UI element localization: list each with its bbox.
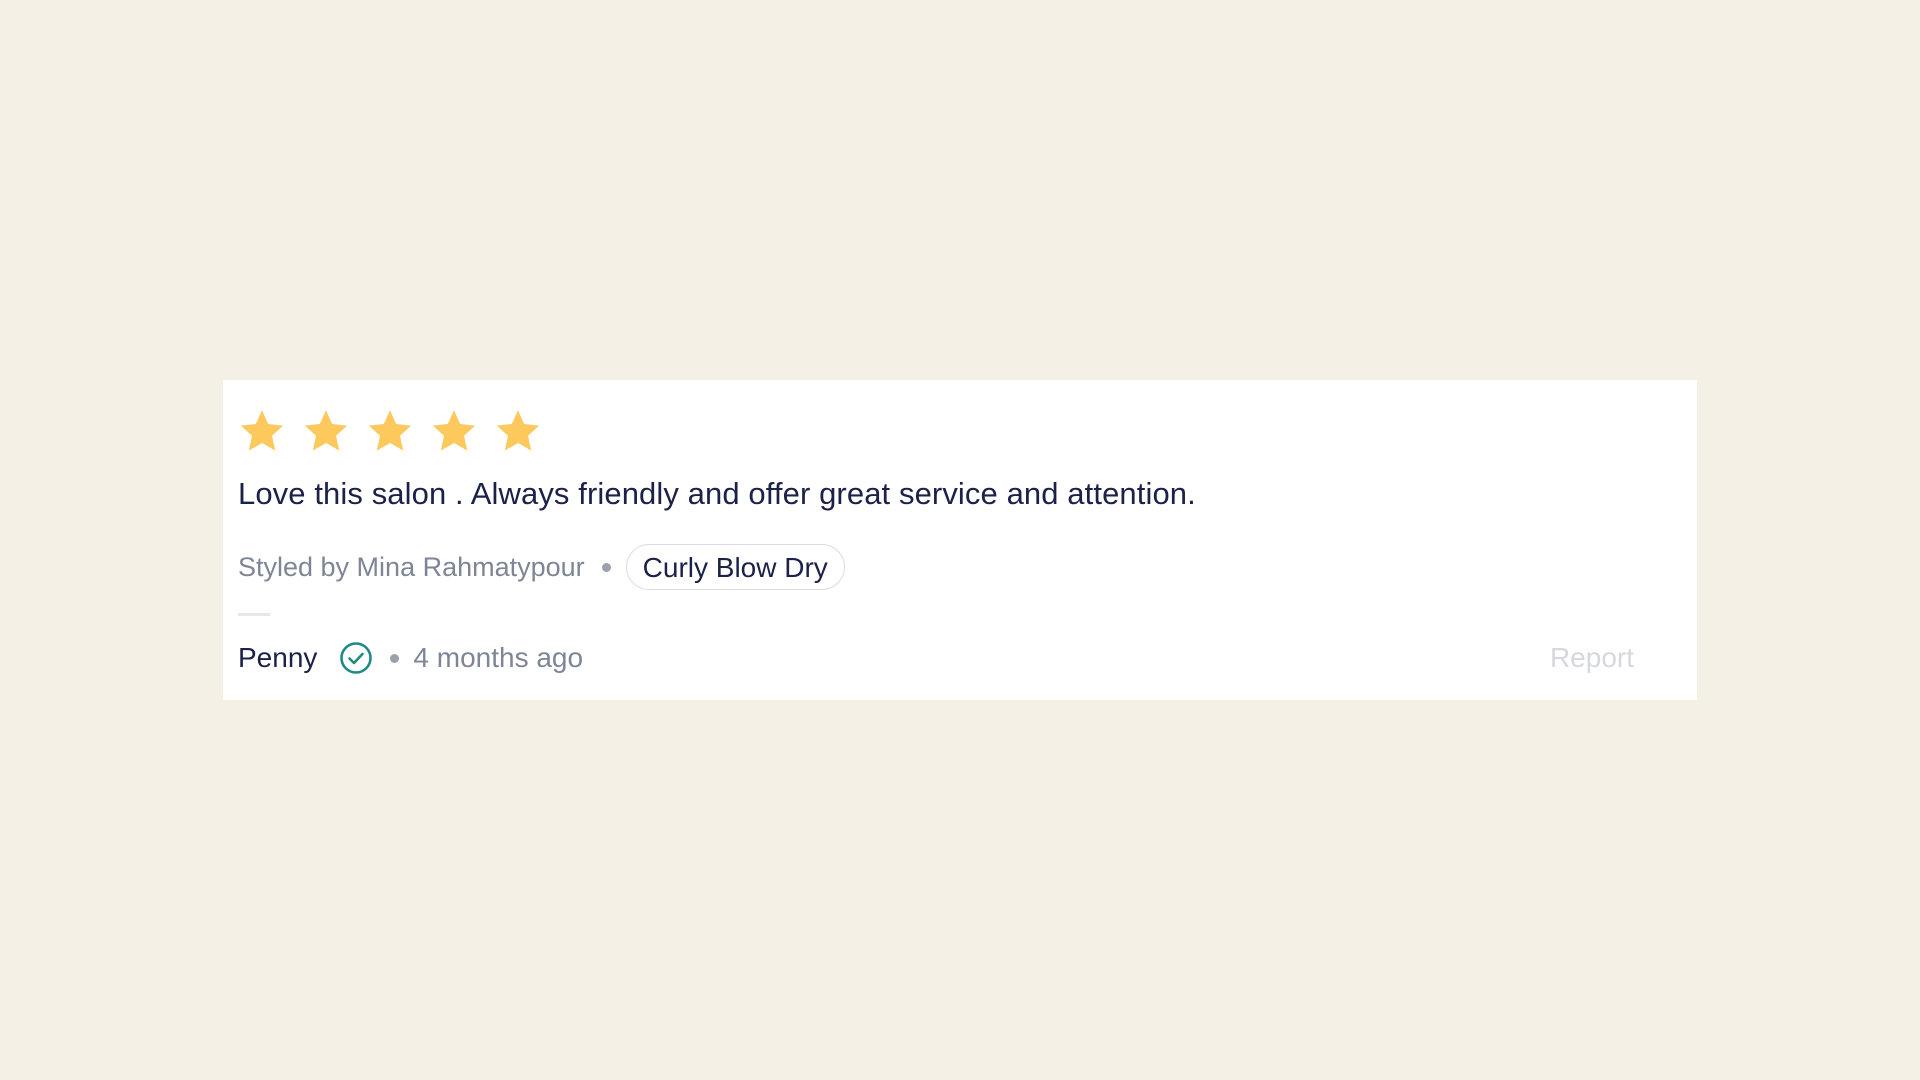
report-link[interactable]: Report xyxy=(1550,634,1634,682)
review-text: Love this salon . Always friendly and of… xyxy=(238,476,1196,511)
star-icon xyxy=(302,407,350,455)
divider xyxy=(238,613,270,616)
review-meta: Styled by Mina Rahmatypour Curly Blow Dr… xyxy=(238,543,845,591)
star-icon xyxy=(366,407,414,455)
stylist-name: Styled by Mina Rahmatypour xyxy=(238,551,585,582)
review-card: Love this salon . Always friendly and of… xyxy=(223,380,1697,700)
review-time: 4 months ago xyxy=(413,642,584,673)
star-icon xyxy=(494,407,542,455)
star-rating xyxy=(238,407,542,455)
star-icon xyxy=(430,407,478,455)
service-tag[interactable]: Curly Blow Dry xyxy=(625,544,845,590)
author-row: Penny 4 months ago xyxy=(238,634,583,682)
check-circle-icon xyxy=(339,641,373,675)
separator-dot xyxy=(601,562,611,572)
separator-dot xyxy=(390,653,400,663)
author-name: Penny xyxy=(238,642,318,673)
star-icon xyxy=(238,407,286,455)
